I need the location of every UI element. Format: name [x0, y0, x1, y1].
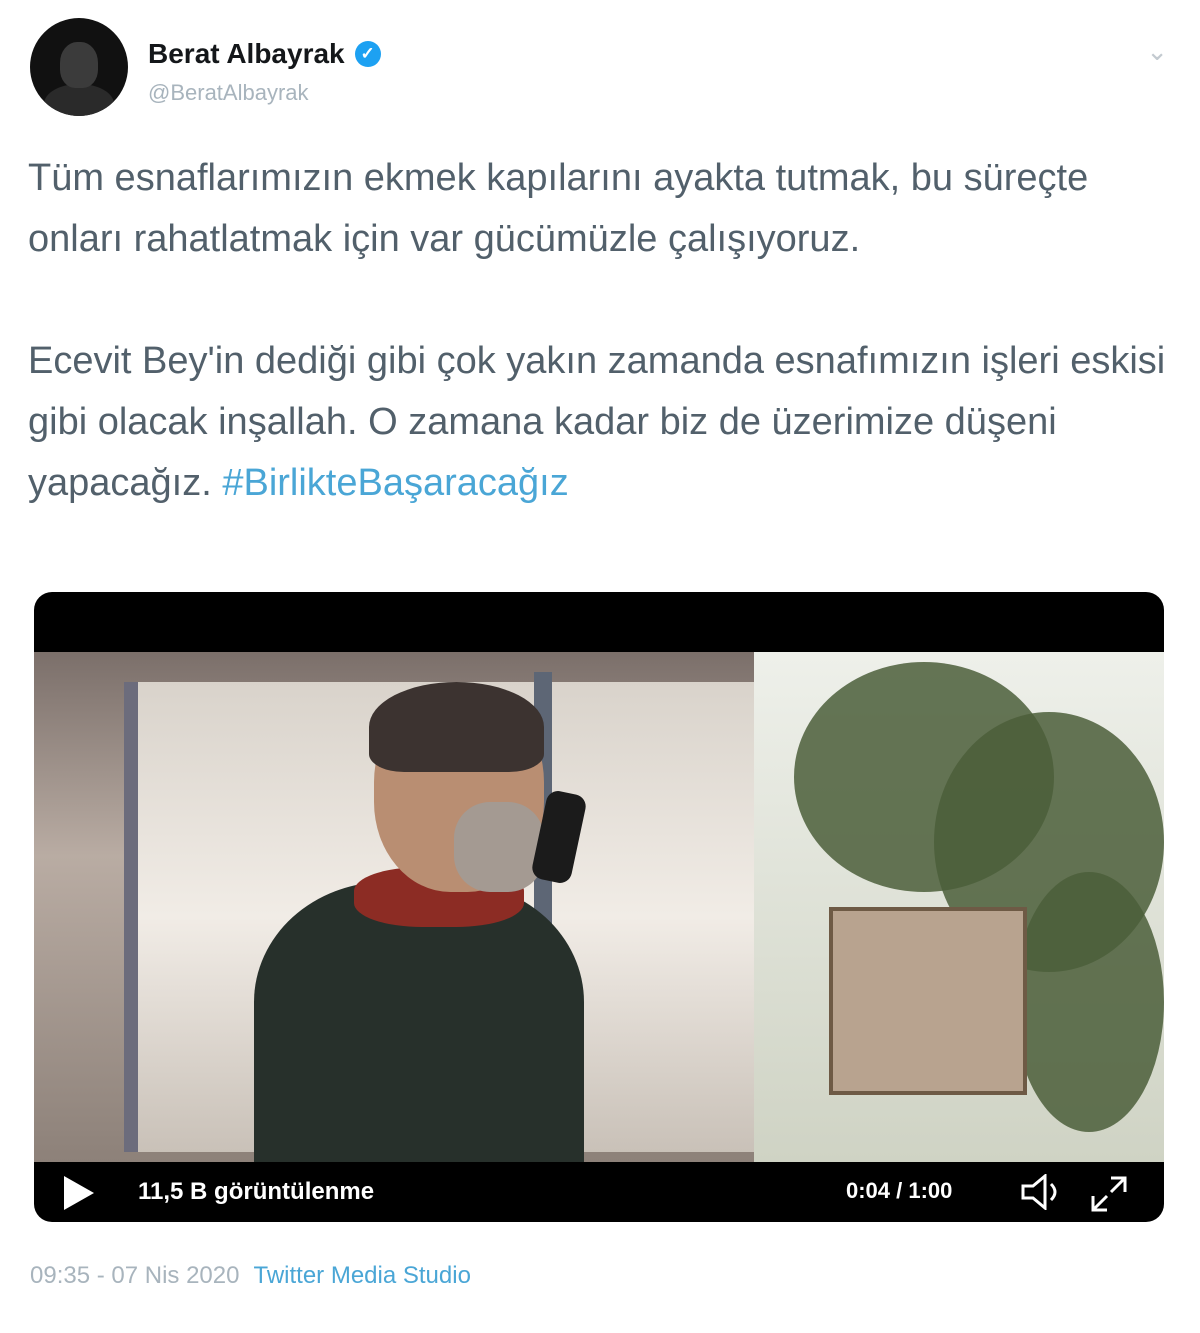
- play-icon[interactable]: [64, 1176, 94, 1210]
- chevron-down-icon[interactable]: ⌄: [1146, 36, 1170, 67]
- fullscreen-icon[interactable]: [1089, 1174, 1129, 1214]
- tweet-footer: 09:35 - 07 Nis 2020 Twitter Media Studio: [30, 1262, 471, 1290]
- video-player[interactable]: 11,5 B görüntülenme 0:04 / 1:00: [34, 592, 1164, 1222]
- author-name-row: Berat Albayrak ✓: [148, 38, 381, 70]
- video-time: 0:04 / 1:00: [846, 1178, 953, 1203]
- verified-badge-icon: ✓: [354, 41, 381, 67]
- video-frame[interactable]: [34, 652, 1164, 1162]
- author-display-name[interactable]: Berat Albayrak: [148, 38, 345, 70]
- tweet-body: Tüm esnaflarımızın ekmek kapılarını ayak…: [28, 157, 1166, 504]
- volume-icon[interactable]: [1019, 1174, 1067, 1210]
- tweet-source[interactable]: Twitter Media Studio: [253, 1262, 470, 1289]
- tweet-text: Tüm esnaflarımızın ekmek kapılarını ayak…: [28, 148, 1168, 514]
- author-handle[interactable]: @BeratAlbayrak: [148, 80, 309, 106]
- view-count: 11,5 B görüntülenme: [138, 1178, 375, 1205]
- avatar[interactable]: [30, 18, 128, 116]
- tweet-header: Berat Albayrak ✓ @BeratAlbayrak ⌄: [30, 18, 1170, 118]
- hashtag-link[interactable]: #BirlikteBaşaracağız: [222, 462, 568, 504]
- tweet-timestamp[interactable]: 09:35 - 07 Nis 2020: [30, 1262, 239, 1289]
- video-controls: 11,5 B görüntülenme 0:04 / 1:00: [34, 1162, 1164, 1222]
